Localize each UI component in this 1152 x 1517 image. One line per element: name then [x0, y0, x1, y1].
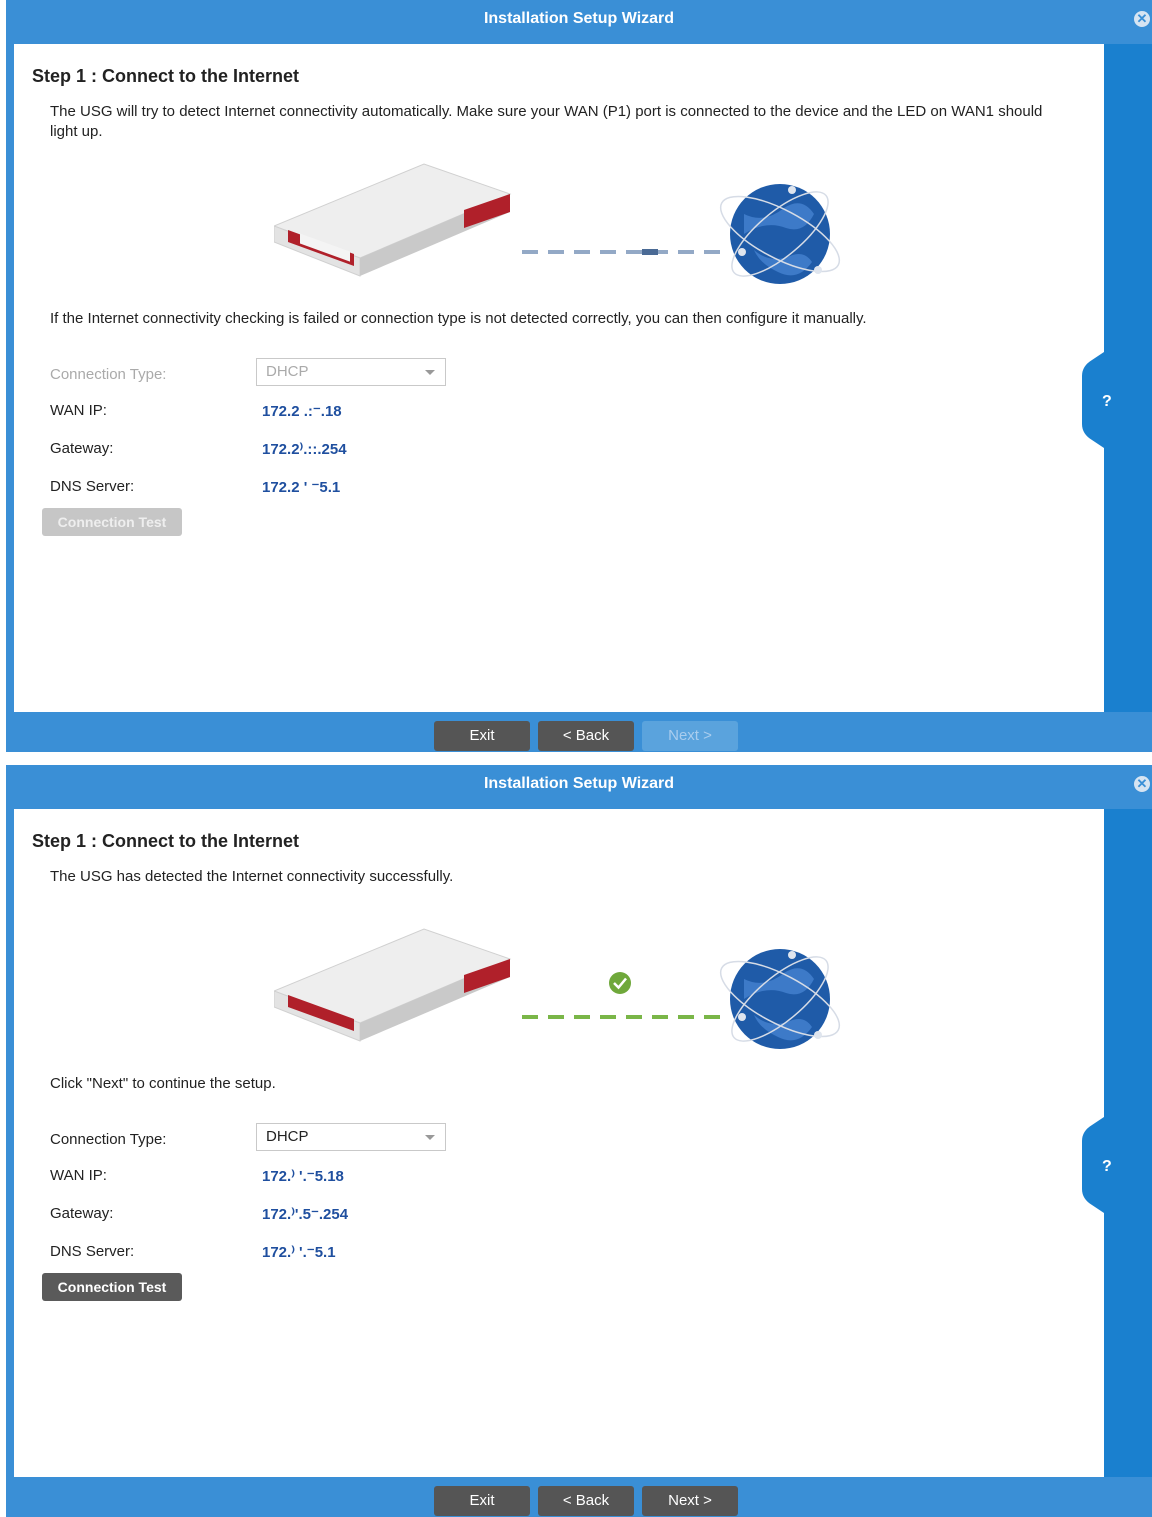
manual-config-note: If the Internet connectivity checking is… — [50, 310, 867, 327]
connection-type-select[interactable]: DHCP — [256, 358, 446, 386]
wan-ip-label: WAN IP: — [50, 1167, 107, 1184]
connection-type-value: DHCP — [266, 363, 309, 380]
connection-type-label: Connection Type: — [50, 1131, 167, 1148]
gateway-value: 172.2⁾.::.254 — [262, 441, 347, 458]
dns-server-label: DNS Server: — [50, 478, 135, 495]
exit-button[interactable]: Exit — [434, 721, 530, 751]
help-icon[interactable]: ? — [1082, 352, 1112, 448]
connection-illustration — [274, 928, 841, 1049]
connection-line-pending — [522, 249, 724, 255]
next-button[interactable]: Next > — [642, 1486, 738, 1516]
connection-test-button[interactable]: Connection Test — [42, 508, 182, 536]
wan-ip-value: 172.2 .:⁻.18 — [262, 403, 342, 420]
wan-ip-label: WAN IP: — [50, 402, 107, 419]
step-description: The USG has detected the Internet connec… — [50, 868, 454, 885]
help-sidebar — [1104, 809, 1152, 1477]
check-icon — [609, 972, 631, 994]
router-device — [274, 928, 512, 1042]
setup-wizard-1: Installation Setup Wizard ✕ Step 1 : Con… — [6, 0, 1152, 752]
gateway-label: Gateway: — [50, 440, 114, 457]
wizard-content: Step 1 : Connect to the Internet The USG… — [14, 809, 1104, 1477]
router-device — [274, 163, 512, 277]
connection-type-select[interactable]: DHCP — [256, 1123, 446, 1151]
wizard-footer: Exit < Back Next > — [6, 712, 1152, 752]
connection-type-value: DHCP — [266, 1128, 309, 1145]
exit-button[interactable]: Exit — [434, 1486, 530, 1516]
help-label: ? — [1102, 393, 1112, 410]
wan-ip-value: 172.⁾ '.⁻5.18 — [262, 1168, 344, 1185]
dns-server-label: DNS Server: — [50, 1243, 135, 1260]
help-sidebar — [1104, 44, 1152, 712]
connection-test-button[interactable]: Connection Test — [42, 1273, 182, 1301]
connection-type-label: Connection Type: — [50, 366, 167, 383]
dns-server-value: 172.⁾ '.⁻5.1 — [262, 1244, 336, 1261]
gateway-value: 172.⁾'.5⁻.254 — [262, 1206, 349, 1223]
wizard-title: Installation Setup Wizard — [483, 10, 675, 27]
back-button[interactable]: < Back — [538, 721, 634, 751]
chevron-down-icon — [425, 370, 435, 375]
globe-icon — [719, 184, 841, 284]
connection-illustration — [274, 163, 841, 284]
step-title: Step 1 : Connect to the Internet — [32, 66, 300, 86]
step-description: The USG will try to detect Internet conn… — [50, 103, 1043, 140]
back-button[interactable]: < Back — [538, 1486, 634, 1516]
step-title: Step 1 : Connect to the Internet — [32, 831, 300, 851]
wizard-title: Installation Setup Wizard — [483, 775, 675, 792]
globe-icon — [719, 949, 841, 1049]
dns-server-value: 172.2 ' ⁻5.1 — [262, 479, 341, 496]
next-button[interactable]: Next > — [642, 721, 738, 751]
wizard-footer: Exit < Back Next > — [6, 1477, 1152, 1517]
close-icon[interactable]: ✕ — [1134, 776, 1150, 792]
setup-wizard-2: Installation Setup Wizard ✕ Step 1 : Con… — [6, 765, 1152, 1517]
help-icon[interactable]: ? — [1082, 1117, 1112, 1213]
help-label: ? — [1102, 1158, 1112, 1175]
gateway-label: Gateway: — [50, 1205, 114, 1222]
chevron-down-icon — [425, 1135, 435, 1140]
close-icon[interactable]: ✕ — [1134, 11, 1150, 27]
continue-note: Click "Next" to continue the setup. — [50, 1075, 276, 1092]
wizard-content: Step 1 : Connect to the Internet The USG… — [14, 44, 1104, 712]
